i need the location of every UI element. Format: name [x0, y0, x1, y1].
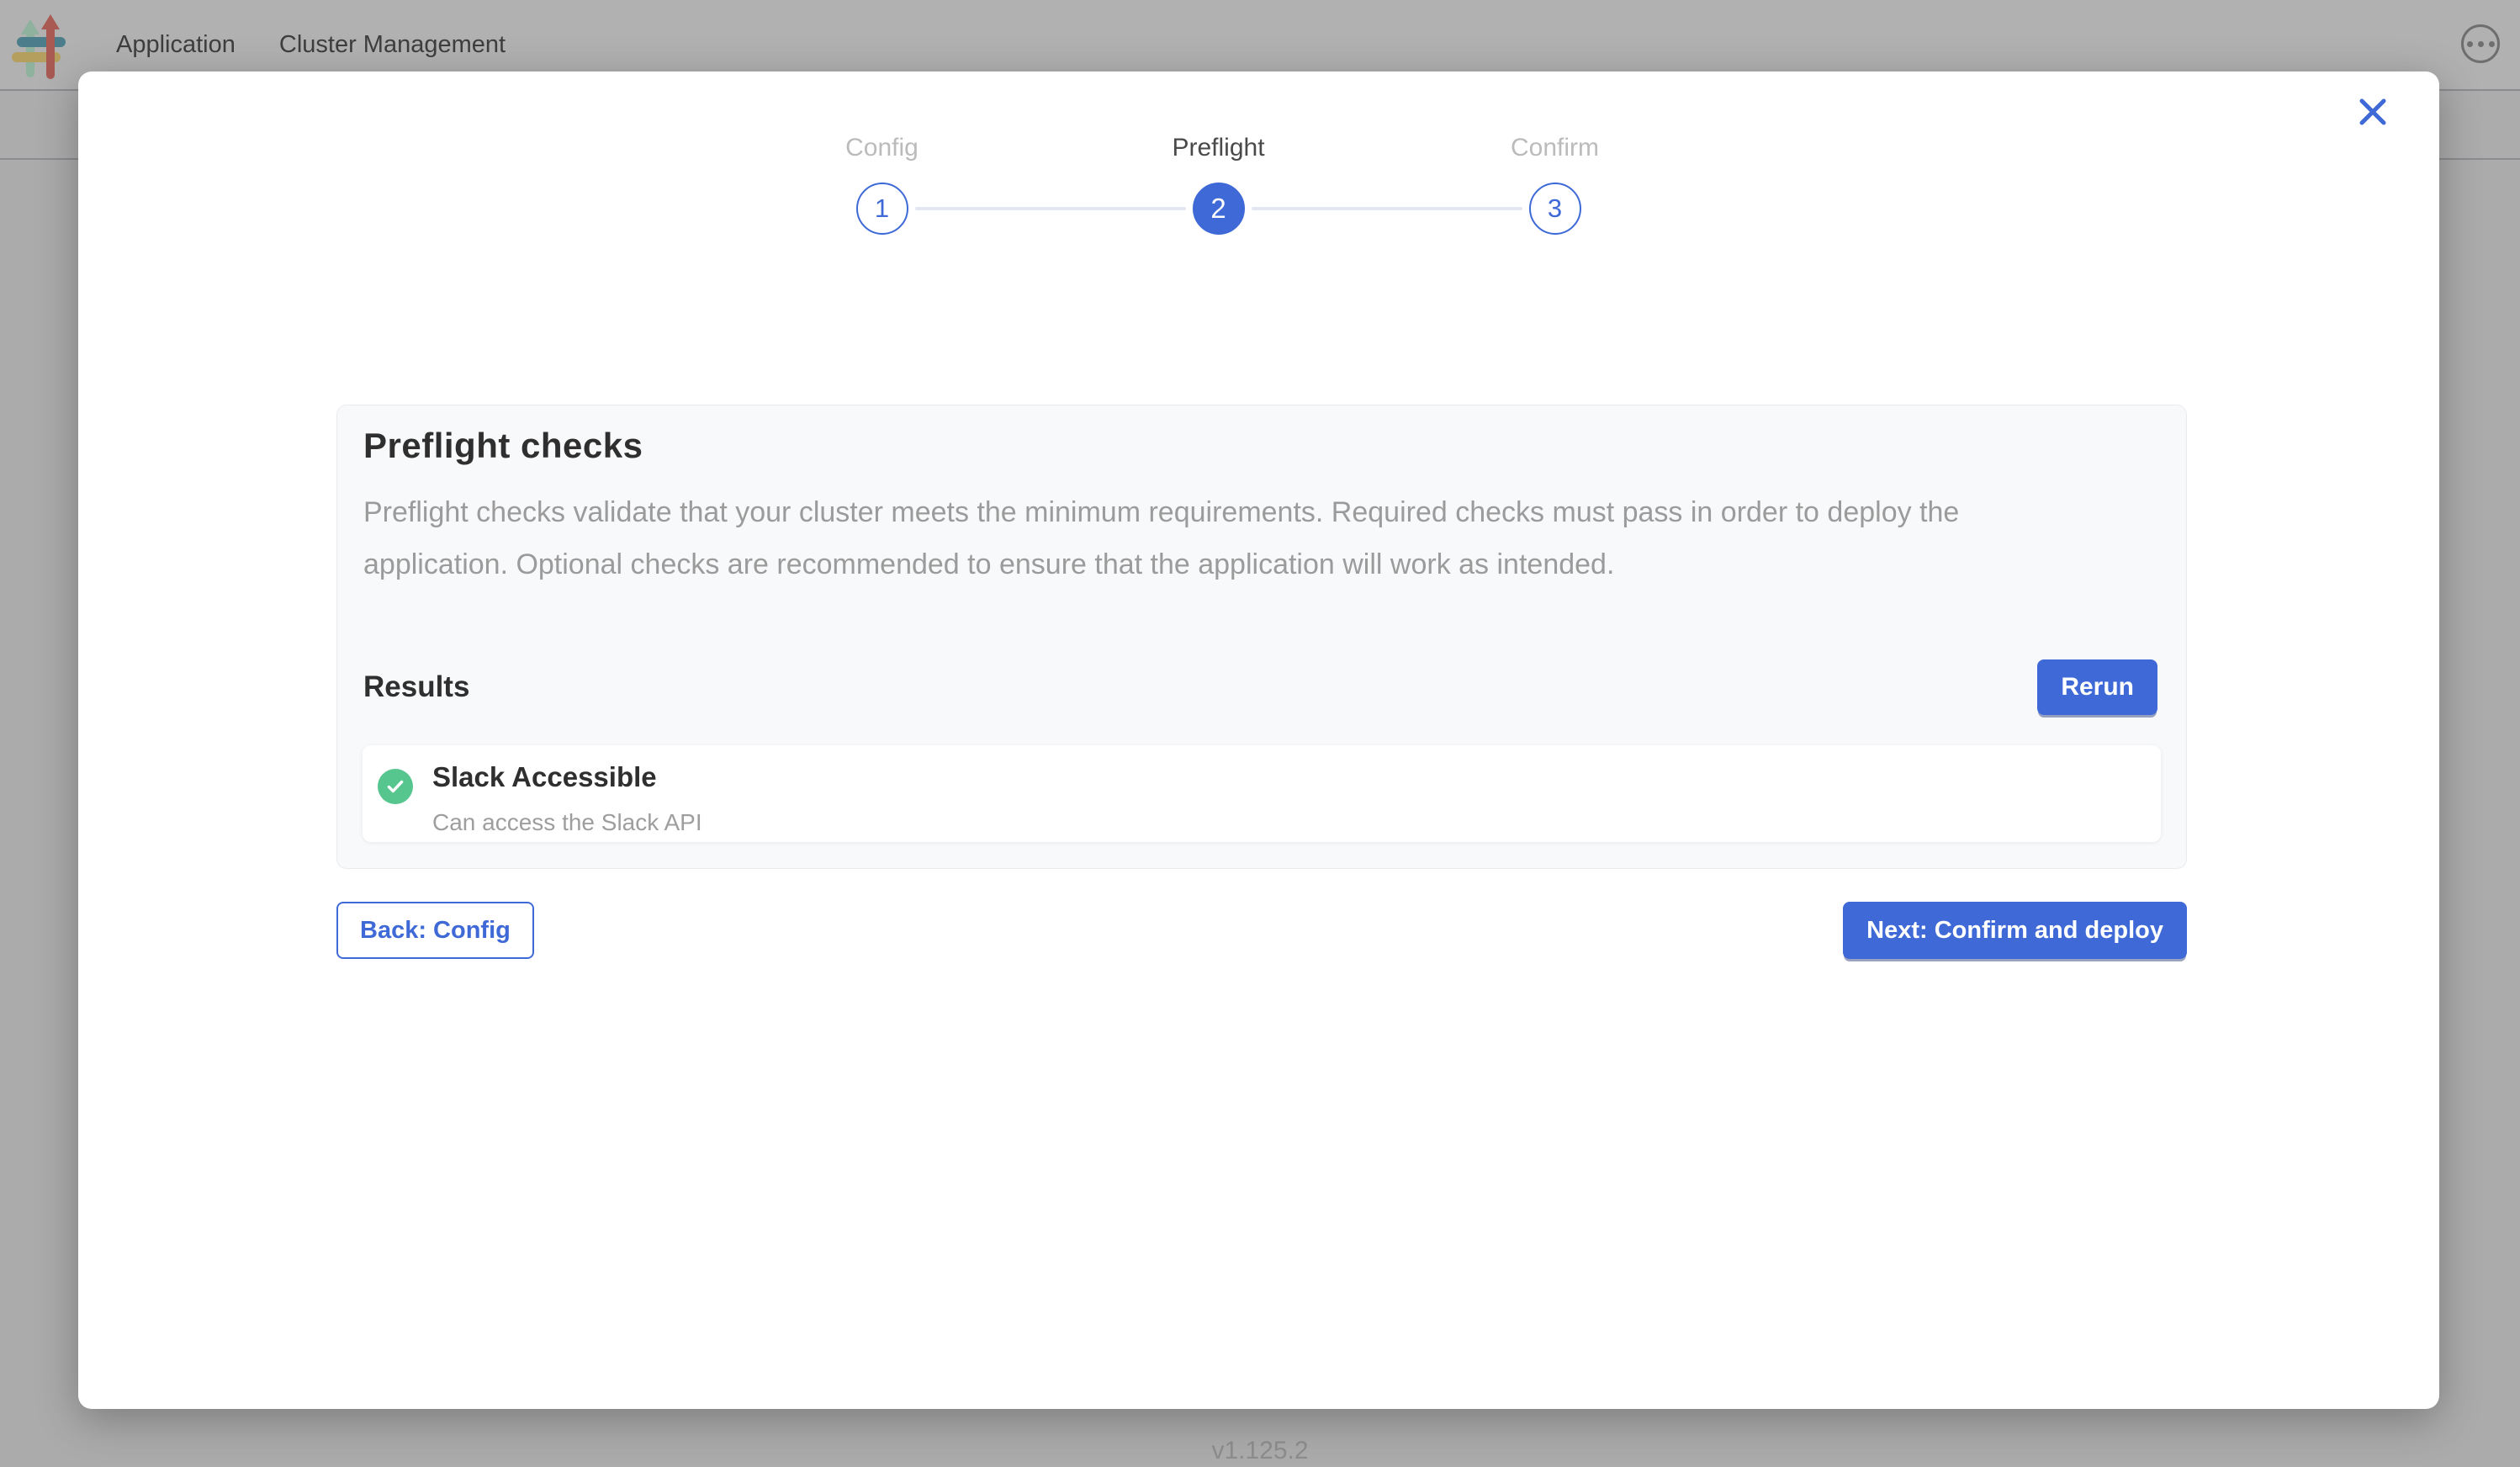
- step-number-badge: 2: [1193, 183, 1245, 235]
- version-label: v1.125.2: [0, 1437, 2520, 1465]
- step-preflight: Preflight 2: [1051, 133, 1387, 235]
- close-button[interactable]: [2346, 85, 2400, 139]
- overflow-menu-button[interactable]: [2461, 24, 2500, 63]
- app-logo-icon: [12, 14, 69, 80]
- stepper-connector: [915, 207, 1186, 210]
- preflight-result-card: Slack Accessible Can access the Slack AP…: [363, 745, 2161, 842]
- step-label: Config: [845, 133, 919, 163]
- results-label: Results: [363, 670, 469, 704]
- back-config-button[interactable]: Back: Config: [336, 902, 534, 959]
- nav-tab-application[interactable]: Application: [116, 31, 236, 59]
- nav-tabs: Application Cluster Management: [116, 31, 506, 59]
- close-x-icon: [2356, 95, 2390, 129]
- step-number-badge: 3: [1529, 183, 1581, 235]
- preflight-panel: Preflight checks Preflight checks valida…: [336, 405, 2187, 869]
- step-config: Config 1: [714, 133, 1051, 235]
- next-confirm-deploy-button[interactable]: Next: Confirm and deploy: [1843, 902, 2187, 959]
- panel-description: Preflight checks validate that your clus…: [363, 486, 1991, 591]
- step-number-badge: 1: [856, 183, 908, 235]
- rerun-button[interactable]: Rerun: [2037, 659, 2157, 715]
- deploy-wizard-modal: Config 1 Preflight 2 Confirm 3 Preflight…: [78, 71, 2439, 1409]
- check-pass-icon: [378, 769, 413, 804]
- check-title: Slack Accessible: [432, 757, 702, 797]
- results-header-row: Results Rerun: [363, 659, 2157, 715]
- step-label: Confirm: [1511, 133, 1599, 163]
- step-label: Preflight: [1172, 133, 1264, 163]
- stepper-connector: [1252, 207, 1522, 210]
- wizard-stepper: Config 1 Preflight 2 Confirm 3: [714, 133, 1723, 235]
- panel-title: Preflight checks: [363, 426, 643, 466]
- step-confirm: Confirm 3: [1387, 133, 1723, 235]
- check-description: Can access the Slack API: [432, 809, 702, 836]
- check-text: Slack Accessible Can access the Slack AP…: [432, 757, 702, 836]
- nav-tab-cluster-management[interactable]: Cluster Management: [279, 31, 506, 59]
